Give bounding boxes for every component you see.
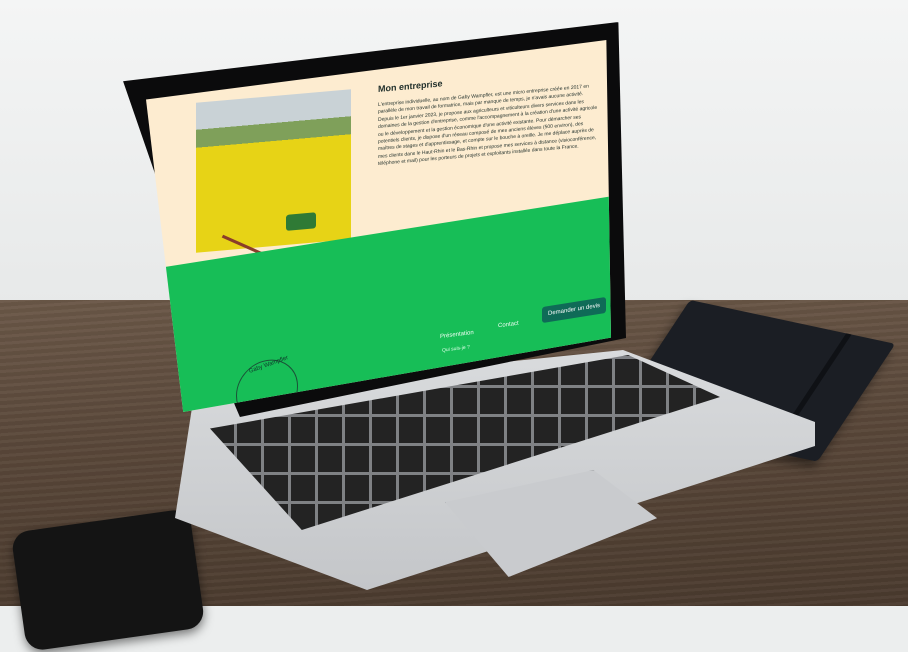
rapeseed-field-photo bbox=[196, 89, 351, 281]
tractor bbox=[286, 212, 316, 231]
section-paragraph: L'entreprise individuelle, au nom de Gab… bbox=[378, 83, 598, 168]
company-section: Mon entreprise L'entreprise individuelle… bbox=[378, 65, 598, 169]
smartphone bbox=[10, 508, 206, 652]
